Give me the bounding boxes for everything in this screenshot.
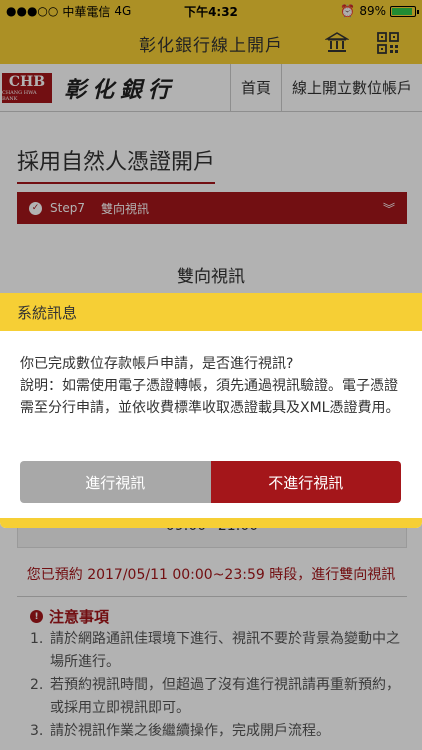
dialog-title: 系統訊息 xyxy=(0,293,422,331)
skip-video-button[interactable]: 不進行視訊 xyxy=(210,461,401,503)
system-message-dialog: 系統訊息 你已完成數位存款帳戶申請，是否進行視訊? 說明：如需使用電子憑證轉帳，… xyxy=(0,293,422,528)
start-video-button[interactable]: 進行視訊 xyxy=(20,461,211,503)
dialog-bottom-strip xyxy=(0,518,422,528)
dialog-body: 你已完成數位存款帳戶申請，是否進行視訊? 說明：如需使用電子憑證轉帳，須先通過視… xyxy=(0,331,422,419)
dialog-description: 說明：如需使用電子憑證轉帳，須先通過視訊驗證。電子憑證需至分行申請，並依收費標準… xyxy=(20,378,400,416)
dialog-buttons: 進行視訊 不進行視訊 xyxy=(20,461,401,503)
dialog-question: 你已完成數位存款帳戶申請，是否進行視訊? xyxy=(20,356,294,372)
